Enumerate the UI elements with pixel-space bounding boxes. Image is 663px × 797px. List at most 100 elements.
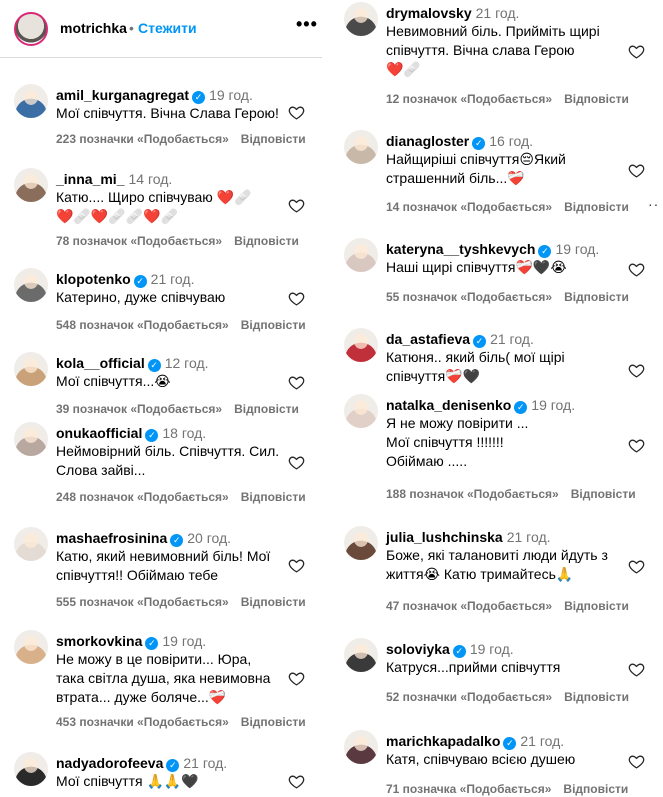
- comment-time[interactable]: 12 год.: [165, 355, 209, 371]
- avatar[interactable]: [344, 638, 378, 672]
- like-count[interactable]: 52 позначки «Подобається»: [386, 690, 552, 704]
- comment-time[interactable]: 21 год.: [520, 733, 564, 749]
- like-heart-icon[interactable]: [288, 374, 305, 391]
- like-heart-icon[interactable]: [288, 557, 305, 574]
- avatar[interactable]: [14, 752, 48, 786]
- like-heart-icon[interactable]: [628, 362, 645, 379]
- avatar[interactable]: [344, 130, 378, 164]
- comment-body: kola__official ✓ 12 год. Мої співчуття...😭: [56, 354, 209, 391]
- more-options-icon[interactable]: ··: [648, 196, 659, 212]
- reply-button[interactable]: Відповісти: [241, 595, 306, 609]
- avatar[interactable]: [344, 730, 378, 764]
- like-count[interactable]: 548 позначок «Подобається»: [56, 318, 229, 332]
- reply-button[interactable]: Відповісти: [234, 402, 299, 416]
- comment-username[interactable]: julia_lushchinska: [386, 529, 503, 545]
- comment-time[interactable]: 14 год.: [128, 171, 172, 187]
- like-heart-icon[interactable]: [628, 437, 645, 454]
- comment-time[interactable]: 19 год.: [470, 641, 514, 657]
- like-count[interactable]: 223 позначки «Подобається»: [56, 132, 229, 146]
- like-count[interactable]: 39 позначок «Подобається»: [56, 402, 222, 416]
- comment-username[interactable]: da_astafieva: [386, 331, 470, 347]
- like-heart-icon[interactable]: [628, 261, 645, 278]
- comment-username[interactable]: mashaefrosinina: [56, 530, 167, 546]
- avatar[interactable]: [344, 2, 378, 36]
- comment-time[interactable]: 19 год.: [555, 241, 599, 257]
- like-count[interactable]: 453 позначки «Подобається»: [56, 715, 229, 729]
- like-count[interactable]: 188 позначок «Подобається»: [386, 487, 559, 501]
- comment-time[interactable]: 21 год.: [151, 271, 195, 287]
- comment-username[interactable]: nadyadorofeeva: [56, 755, 163, 771]
- reply-button[interactable]: Відповісти: [571, 487, 636, 501]
- comment-username[interactable]: _inna_mi_: [56, 171, 124, 187]
- avatar[interactable]: [14, 352, 48, 386]
- comment-time[interactable]: 19 год.: [209, 87, 253, 103]
- like-count[interactable]: 55 позначок «Подобається»: [386, 290, 552, 304]
- more-options-icon[interactable]: •••: [296, 14, 318, 35]
- reply-button[interactable]: Відповісти: [564, 599, 629, 613]
- like-heart-icon[interactable]: [628, 43, 645, 60]
- post-author-avatar[interactable]: [14, 12, 48, 46]
- like-heart-icon[interactable]: [288, 104, 305, 121]
- reply-button[interactable]: Відповісти: [241, 490, 306, 504]
- comment-time[interactable]: 16 год.: [489, 133, 533, 149]
- reply-button[interactable]: Відповісти: [564, 290, 629, 304]
- like-heart-icon[interactable]: [628, 753, 645, 770]
- comment-username[interactable]: klopotenko: [56, 271, 131, 287]
- avatar[interactable]: [344, 238, 378, 272]
- comment-time[interactable]: 21 год.: [507, 529, 551, 545]
- reply-button[interactable]: Відповісти: [563, 782, 628, 796]
- avatar[interactable]: [14, 268, 48, 302]
- comment-username[interactable]: smorkovkina: [56, 633, 142, 649]
- comment-username[interactable]: dianagloster: [386, 133, 469, 149]
- like-heart-icon[interactable]: [628, 162, 645, 179]
- avatar[interactable]: [14, 84, 48, 118]
- like-heart-icon[interactable]: [288, 197, 305, 214]
- avatar[interactable]: [14, 422, 48, 456]
- reply-button[interactable]: Відповісти: [564, 690, 629, 704]
- comment-username[interactable]: onukaofficial: [56, 425, 142, 441]
- like-heart-icon[interactable]: [288, 773, 305, 790]
- like-count[interactable]: 248 позначок «Подобається»: [56, 490, 229, 504]
- avatar[interactable]: [344, 394, 378, 428]
- comment-body: mashaefrosinina ✓ 20 год. Катю, який невимо…: [56, 529, 270, 585]
- avatar[interactable]: [14, 630, 48, 664]
- comment-time[interactable]: 19 год.: [162, 633, 206, 649]
- comment-time[interactable]: 21 год.: [490, 331, 534, 347]
- comment-time[interactable]: 21 год.: [183, 755, 227, 771]
- comment-username[interactable]: kola__official: [56, 355, 145, 371]
- reply-button[interactable]: Відповісти: [234, 234, 299, 248]
- comment-time[interactable]: 21 год.: [476, 5, 520, 21]
- reply-button[interactable]: Відповісти: [241, 318, 306, 332]
- like-heart-icon[interactable]: [288, 454, 305, 471]
- comment-username[interactable]: amil_kurganagregat: [56, 87, 189, 103]
- like-heart-icon[interactable]: [628, 661, 645, 678]
- reply-button[interactable]: Відповісти: [241, 715, 306, 729]
- avatar[interactable]: [14, 168, 48, 202]
- avatar[interactable]: [344, 328, 378, 362]
- comment-username[interactable]: soloviyka: [386, 641, 450, 657]
- like-count[interactable]: 555 позначок «Подобається»: [56, 595, 229, 609]
- follow-button[interactable]: Стежити: [138, 20, 197, 36]
- comment-username[interactable]: natalka_denisenko: [386, 397, 511, 413]
- comment-username[interactable]: kateryna__tyshkevych: [386, 241, 535, 257]
- post-author-username[interactable]: motrichka: [60, 20, 127, 36]
- reply-button[interactable]: Відповісти: [564, 200, 629, 214]
- like-count[interactable]: 71 позначка «Подобається»: [386, 782, 551, 796]
- reply-button[interactable]: Відповісти: [241, 132, 306, 146]
- like-heart-icon[interactable]: [288, 290, 305, 307]
- comment-time[interactable]: 19 год.: [531, 397, 575, 413]
- reply-button[interactable]: Відповісти: [564, 92, 629, 106]
- comment-time[interactable]: 18 год.: [162, 425, 206, 441]
- like-count[interactable]: 47 позначок «Подобається»: [386, 599, 552, 613]
- avatar[interactable]: [14, 527, 48, 561]
- comment-username[interactable]: drymalovsky: [386, 5, 472, 21]
- comment-text: Наші щирі співчуття❤️‍🩹🖤😭: [386, 259, 567, 275]
- like-count[interactable]: 14 позначок «Подобається»: [386, 200, 552, 214]
- like-heart-icon[interactable]: [288, 670, 305, 687]
- like-count[interactable]: 78 позначок «Подобається»: [56, 234, 222, 248]
- like-heart-icon[interactable]: [628, 558, 645, 575]
- comment-time[interactable]: 20 год.: [187, 530, 231, 546]
- comment-username[interactable]: marichkapadalko: [386, 733, 500, 749]
- like-count[interactable]: 12 позначок «Подобається»: [386, 92, 552, 106]
- avatar[interactable]: [344, 526, 378, 560]
